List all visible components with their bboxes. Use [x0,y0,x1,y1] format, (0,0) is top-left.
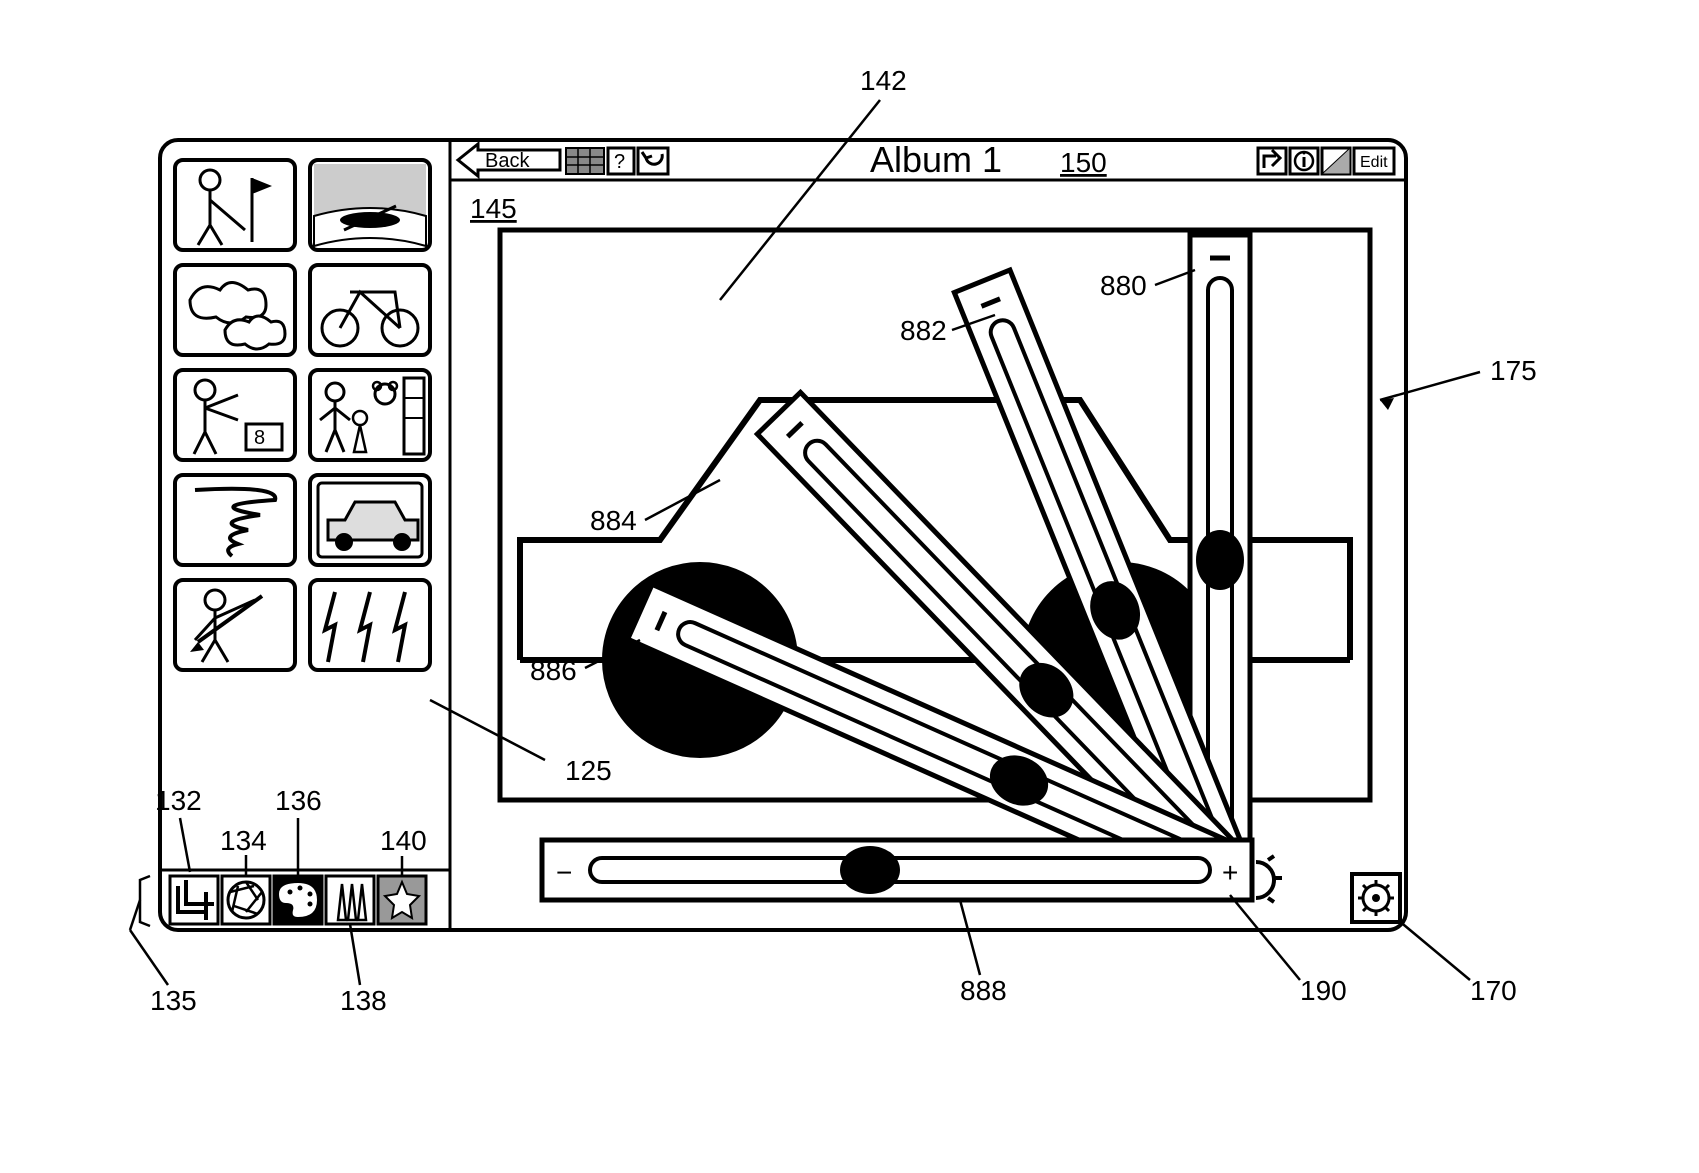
app-window: Back ? Album 1 150 [160,139,1406,930]
svg-text:8: 8 [254,427,265,449]
ref-190: 190 [1300,975,1347,1006]
ref-134: 134 [220,825,267,856]
slider-888[interactable]: − + [542,840,1252,900]
ref-145: 145 [470,193,517,224]
bottom-toolbar [160,870,450,924]
thumb-clouds[interactable] [175,265,295,355]
thumb-rockstar[interactable] [175,580,295,670]
help-icon[interactable]: ? [608,148,634,174]
ref-125: 125 [565,755,612,786]
back-button[interactable]: Back [458,144,560,176]
aperture-icon[interactable] [222,876,270,924]
ref-175: 175 [1490,355,1537,386]
ref-886: 886 [530,655,577,686]
thumb-golfer[interactable] [175,160,295,250]
ref-138: 138 [340,985,387,1016]
info-icon[interactable] [1290,148,1318,174]
ref-136: 136 [275,785,322,816]
ref-170: 170 [1470,975,1517,1006]
ref-135: 135 [150,985,197,1016]
effects-icon[interactable] [378,876,426,924]
thumb-tornado[interactable] [175,475,295,565]
thumb-bicycle[interactable] [310,265,430,355]
ref-142: 142 [860,65,907,96]
thumb-family[interactable] [310,370,430,460]
slider-plus: + [1222,857,1238,888]
edit-button[interactable]: Edit [1354,148,1394,174]
edit-button-label: Edit [1360,154,1388,171]
slider-minus: − [556,857,572,888]
svg-text:?: ? [614,151,625,173]
contrast-icon[interactable] [1322,148,1350,174]
thumb-photographer[interactable]: 8 [175,370,295,460]
page-title: Album 1 [870,139,1002,180]
brushes-icon[interactable] [326,876,374,924]
ref-150: 150 [1060,147,1107,178]
share-icon[interactable] [1258,148,1286,174]
thumb-kayak[interactable] [310,160,430,250]
undo-icon[interactable] [638,148,668,174]
grid-icon[interactable] [566,148,604,174]
thumb-car-selected[interactable] [310,475,430,565]
ref-880: 880 [1100,270,1147,301]
ref-140: 140 [380,825,427,856]
crop-icon[interactable] [170,876,218,924]
back-button-label: Back [485,150,530,172]
settings-icon[interactable] [1352,874,1400,922]
ref-884: 884 [590,505,637,536]
ref-882: 882 [900,315,947,346]
ref-888: 888 [960,975,1007,1006]
ref-132: 132 [155,785,202,816]
palette-icon[interactable] [274,876,322,924]
thumb-lightning[interactable] [310,580,430,670]
